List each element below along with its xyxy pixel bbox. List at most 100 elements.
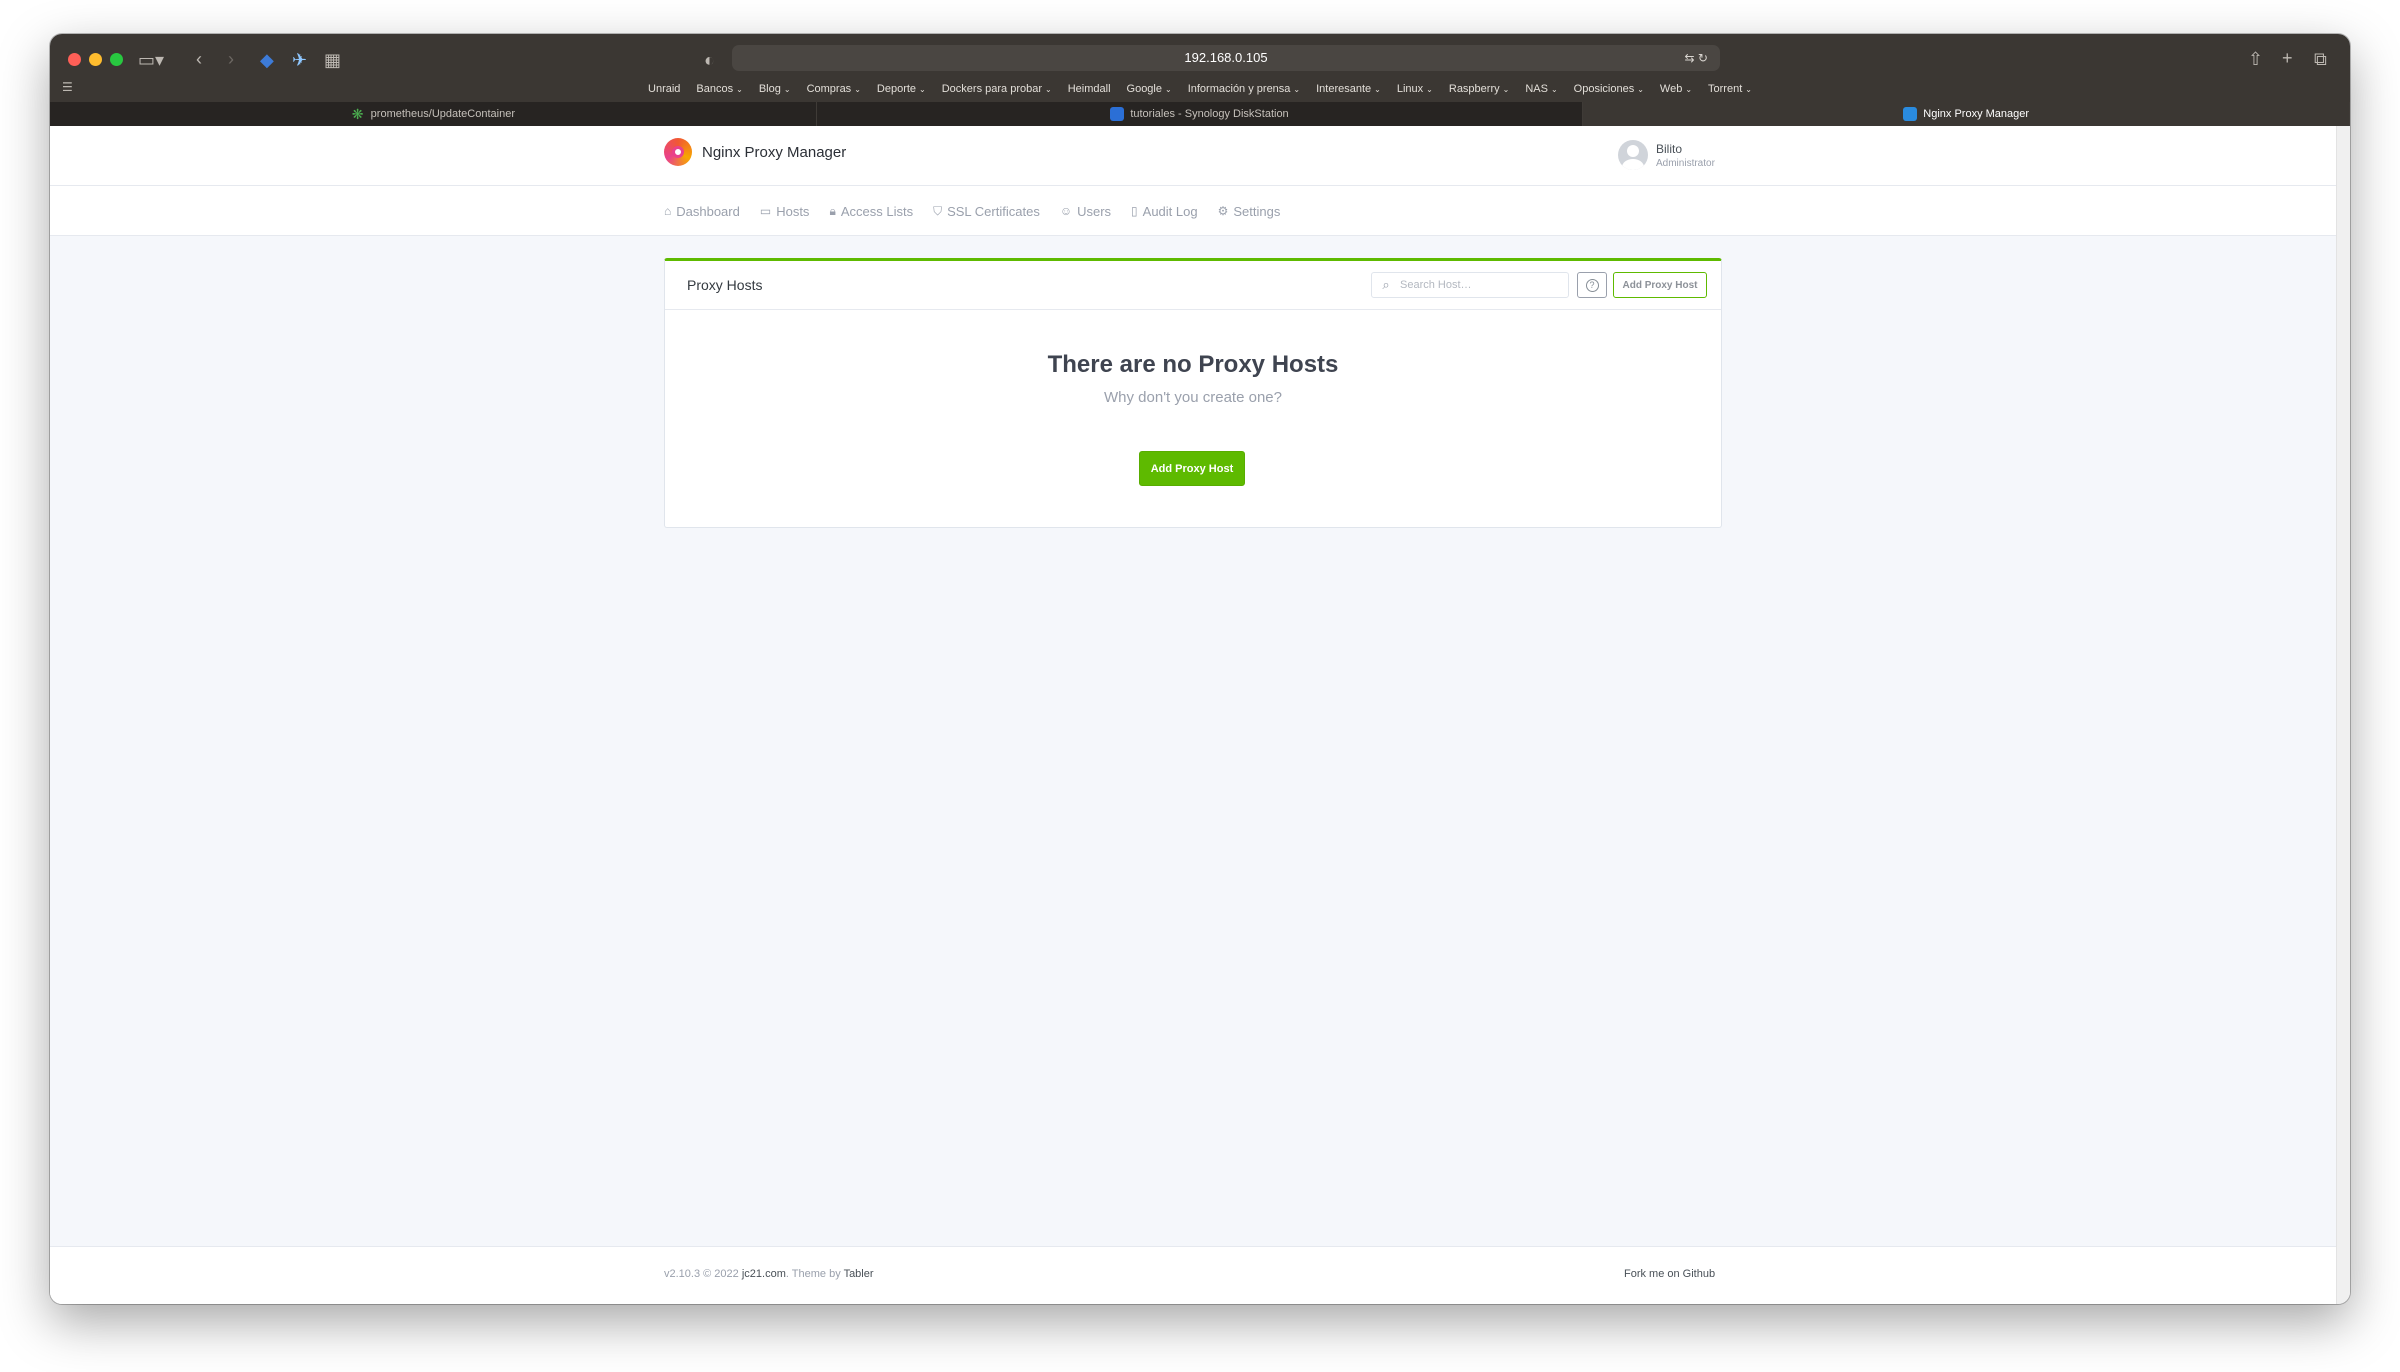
forward-icon[interactable]: › (228, 49, 234, 69)
lock-icon: 🔒︎ (829, 203, 836, 218)
nav-label: Access Lists (840, 203, 914, 219)
bookmark-label: Blog (758, 83, 781, 95)
user-name: Bilito (1656, 141, 1683, 156)
close-window-button[interactable] (68, 53, 81, 66)
translate-reload-icon[interactable]: ⇆ ↻ (1685, 45, 1708, 71)
search-input[interactable] (1400, 279, 1560, 291)
nav-label: Audit Log (1142, 203, 1198, 219)
nav-access-lists[interactable]: 🔒︎ Access Lists (829, 204, 913, 219)
add-proxy-host-button[interactable]: Add Proxy Host (1613, 272, 1707, 298)
nav-hosts[interactable]: ▭ Hosts (760, 204, 810, 219)
url-text: 192.168.0.105 (1184, 50, 1268, 65)
bookmark-label: Bancos (696, 83, 734, 95)
bookmark-label: Linux (1396, 83, 1424, 95)
bookmark-dockers-para-probar[interactable]: Dockers para probar ⌄ (942, 83, 1052, 95)
bookmark-label: Unraid (648, 83, 681, 95)
avatar (1618, 140, 1648, 170)
bookmark-label: Interesante (1316, 83, 1372, 95)
browser-tab[interactable]: Nginx Proxy Manager (1583, 102, 2350, 126)
browser-tab[interactable]: ❋ prometheus/UpdateContainer (50, 102, 817, 126)
browser-window: ▭▾ ‹ › ◆ ✈ ▦ ◐ 192.168.0.105 ⇆ ↻ ⇧ + ⧉ ☰… (50, 34, 2350, 1304)
jc21-link[interactable]: jc21.com (742, 1268, 786, 1280)
chevron-down-icon: ⌄ (1426, 85, 1433, 94)
gear-icon: ⚙ (1217, 204, 1229, 218)
browser-tab[interactable]: tutoriales - Synology DiskStation (817, 102, 1584, 126)
github-link[interactable]: Fork me on Github (1624, 1268, 1715, 1280)
chevron-down-icon: ⌄ (736, 85, 743, 94)
chevron-down-icon: ⌄ (1637, 85, 1644, 94)
sidebar-toggle-icon[interactable]: ▭▾ (138, 50, 164, 70)
monitor-icon: ▭ (759, 204, 772, 218)
tab-bar: ❋ prometheus/UpdateContainer tutoriales - … (50, 102, 2350, 126)
bookmark-torrent[interactable]: Torrent ⌄ (1708, 83, 1752, 95)
scrollbar-gutter[interactable] (2336, 126, 2350, 1304)
tab-label: prometheus/UpdateContainer (370, 108, 515, 120)
bookmark-oposiciones[interactable]: Oposiciones ⌄ (1574, 83, 1644, 95)
nav-audit-log[interactable]: ▯ Audit Log (1131, 204, 1198, 219)
back-icon[interactable]: ‹ (196, 49, 202, 69)
bitwarden-extension-icon[interactable]: ◆ (260, 50, 274, 70)
home-icon: ⌂ (664, 204, 672, 218)
help-icon: ? (1585, 278, 1599, 292)
bookmark-heimdall[interactable]: Heimdall (1068, 83, 1111, 95)
main-nav: ⌂ Dashboard ▭ Hosts 🔒︎ Access Lists ⛉ SSL Certi… (50, 186, 2336, 236)
bookmark-linux[interactable]: Linux ⌄ (1397, 83, 1433, 95)
nav-users[interactable]: ☺ Users (1060, 204, 1111, 219)
nav-settings[interactable]: ⚙ Settings (1218, 204, 1281, 219)
new-tab-icon[interactable]: + (2282, 48, 2293, 68)
zoom-window-button[interactable] (110, 53, 123, 66)
bookmark-compras[interactable]: Compras ⌄ (807, 83, 861, 95)
empty-add-proxy-host-button[interactable]: Add Proxy Host (1139, 451, 1245, 486)
address-bar[interactable]: 192.168.0.105 ⇆ ↻ (732, 45, 1720, 71)
proxy-hosts-card: Proxy Hosts ⌕ ? Add Proxy Host There are… (664, 258, 1722, 528)
search-box: ⌕ (1371, 272, 1569, 298)
page: Nginx Proxy Manager Bilito Administrator… (50, 126, 2336, 1304)
user-menu[interactable]: Bilito Administrator (1618, 140, 1715, 170)
bookmark-label: Heimdall (1067, 83, 1111, 95)
bookmark-label: Compras (806, 83, 852, 95)
bookmark-informaci-n-y-prensa[interactable]: Información y prensa ⌄ (1188, 83, 1300, 95)
bookmark-bancos[interactable]: Bancos ⌄ (696, 83, 742, 95)
share-icon[interactable]: ⇧ (2248, 49, 2263, 69)
bookmark-google[interactable]: Google ⌄ (1127, 83, 1172, 95)
chevron-down-icon: ⌄ (854, 85, 861, 94)
bookmark-label: NAS (1525, 83, 1548, 95)
privacy-shield-icon[interactable]: ◐ (704, 50, 715, 70)
reader-extension-icon[interactable]: ▦ (324, 50, 341, 70)
bookmark-label: Web (1659, 83, 1683, 95)
window-controls (68, 53, 123, 66)
bookmark-label: Oposiciones (1573, 83, 1635, 95)
bookmark-nas[interactable]: NAS ⌄ (1525, 83, 1557, 95)
help-button[interactable]: ? (1577, 272, 1607, 298)
bookmark-label: Raspberry (1448, 83, 1500, 95)
theme-prefix: . Theme by (785, 1268, 841, 1280)
card-header: Proxy Hosts ⌕ ? Add Proxy Host (665, 261, 1721, 310)
bookmark-web[interactable]: Web ⌄ (1660, 83, 1692, 95)
bookmark-blog[interactable]: Blog ⌄ (759, 83, 791, 95)
bookmark-raspberry[interactable]: Raspberry ⌄ (1449, 83, 1509, 95)
prometheus-favicon-icon: ❋ (351, 105, 364, 122)
nav-ssl-certificates[interactable]: ⛉ SSL Certificates (933, 204, 1040, 219)
bookmark-label: Información y prensa (1187, 83, 1291, 95)
bookmark-label: Google (1126, 83, 1162, 95)
users-icon: ☺ (1059, 204, 1073, 218)
tab-label: tutoriales - Synology DiskStation (1130, 108, 1289, 120)
brand[interactable]: Nginx Proxy Manager (664, 138, 846, 166)
extension-icon[interactable]: ✈ (292, 50, 307, 70)
chevron-down-icon: ⌄ (1550, 85, 1558, 94)
synology-favicon-icon (1110, 107, 1125, 121)
bookmark-interesante[interactable]: Interesante ⌄ (1316, 83, 1381, 95)
bookmark-unraid[interactable]: Unraid (648, 83, 680, 95)
bookmark-deporte[interactable]: Deporte ⌄ (877, 83, 926, 95)
chevron-down-icon: ⌄ (1374, 85, 1381, 94)
npm-favicon-icon (1903, 107, 1918, 121)
nav-dashboard[interactable]: ⌂ Dashboard (664, 204, 740, 219)
nav-label: Dashboard (676, 203, 740, 219)
tabler-link[interactable]: Tabler (844, 1268, 874, 1280)
minimize-window-button[interactable] (89, 53, 102, 66)
user-role: Administrator (1656, 157, 1715, 169)
tab-overview-icon[interactable]: ⧉ (2314, 49, 2327, 69)
chevron-down-icon: ⌄ (1293, 85, 1301, 94)
npm-logo-icon (664, 138, 692, 166)
search-icon: ⌕ (1382, 277, 1390, 292)
